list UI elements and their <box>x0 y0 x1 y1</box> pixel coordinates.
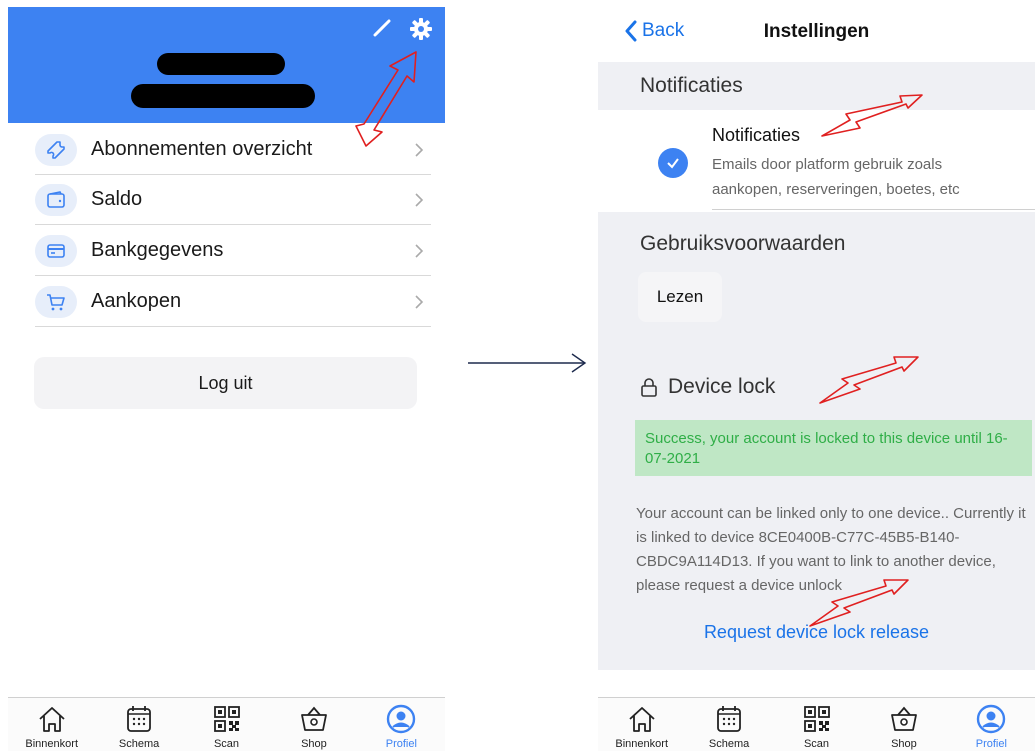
qr-code-icon <box>803 706 830 732</box>
tab-label: Schema <box>708 738 750 750</box>
read-terms-button[interactable]: Lezen <box>638 272 722 322</box>
tab-binnenkort[interactable]: Binnenkort <box>598 698 685 751</box>
calendar-icon <box>717 706 742 732</box>
device-lock-title: Device lock <box>640 375 775 399</box>
tab-schema[interactable]: Schema <box>685 698 772 751</box>
tab-scan[interactable]: Scan <box>773 698 860 751</box>
menu-item-label: Bankgegevens <box>91 239 224 261</box>
credit-card-icon <box>35 234 77 267</box>
tab-shop[interactable]: Shop <box>860 698 947 751</box>
gear-icon[interactable] <box>408 16 434 42</box>
tab-label: Binnenkort <box>615 738 668 750</box>
tab-label: Scan <box>213 738 240 750</box>
home-icon <box>39 707 65 732</box>
profile-icon <box>387 704 416 734</box>
notifications-section-header: Notificaties <box>598 62 1035 110</box>
home-icon <box>629 707 655 732</box>
tab-binnenkort[interactable]: Binnenkort <box>8 698 95 751</box>
edit-icon[interactable] <box>370 14 396 40</box>
tab-label: Schema <box>118 738 160 750</box>
wallet-icon <box>35 183 77 216</box>
profile-screen: Abonnementen overzicht Saldo Bankgegeven… <box>0 0 447 751</box>
section-title: Notificaties <box>640 74 743 97</box>
tab-profiel[interactable]: Profiel <box>358 698 445 751</box>
divider <box>712 209 1035 210</box>
checkmark-icon <box>667 158 679 169</box>
tab-label: Profiel <box>975 738 1007 750</box>
menu-item-label: Saldo <box>91 188 143 210</box>
lock-icon <box>641 378 657 397</box>
basket-icon <box>301 706 327 731</box>
annotation-arrow <box>821 94 923 137</box>
nav-bar: Back Instellingen <box>598 0 1035 62</box>
checkbox-checked[interactable] <box>658 148 688 178</box>
section-title: Gebruiksvoorwaarden <box>640 232 846 255</box>
tab-label: Shop <box>301 738 327 750</box>
tab-label: Shop <box>891 738 917 750</box>
success-message: Success, your account is locked to this … <box>635 420 1032 476</box>
notifications-item[interactable]: Notificaties Emails door platform gebrui… <box>598 110 1035 210</box>
profile-icon <box>977 704 1006 734</box>
section-title: Device lock <box>668 375 776 398</box>
menu-item-bankgegevens[interactable]: Bankgegevens <box>35 226 431 276</box>
tab-bar: Binnenkort Schema Scan Shop Profiel <box>598 697 1035 751</box>
redacted-name <box>157 53 285 75</box>
chevron-right-icon <box>415 294 424 309</box>
notification-title: Notificaties <box>712 125 801 145</box>
tab-scan[interactable]: Scan <box>183 698 270 751</box>
annotation-arrow <box>355 51 417 147</box>
menu-item-aankopen[interactable]: Aankopen <box>35 277 431 327</box>
page-title: Instellingen <box>763 21 870 42</box>
chevron-right-icon <box>415 243 424 258</box>
logout-button[interactable]: Log uit <box>34 357 417 409</box>
tab-shop[interactable]: Shop <box>270 698 357 751</box>
tab-label: Scan <box>803 738 830 750</box>
terms-section: Gebruiksvoorwaarden Lezen <box>598 212 1035 347</box>
tab-label: Binnenkort <box>25 738 78 750</box>
basket-icon <box>891 706 917 731</box>
annotation-arrow <box>819 356 919 404</box>
menu-item-saldo[interactable]: Saldo <box>35 175 431 225</box>
qr-code-icon <box>213 706 240 732</box>
menu-item-label: Aankopen <box>91 290 182 312</box>
tab-profiel[interactable]: Profiel <box>948 698 1035 751</box>
chevron-right-icon <box>415 192 424 207</box>
calendar-icon <box>127 706 152 732</box>
annotation-arrow <box>809 579 909 627</box>
tab-bar: Binnenkort Schema Scan Shop Profiel <box>8 697 445 751</box>
cart-icon <box>35 285 77 318</box>
ticket-icon <box>35 133 77 166</box>
flow-arrow <box>468 353 587 373</box>
settings-screen: Back Instellingen Notificaties Notificat… <box>598 0 1035 751</box>
notification-description: Emails door platform gebruik zoals aanko… <box>712 156 960 198</box>
tab-label: Profiel <box>385 738 417 750</box>
redacted-email <box>131 84 315 108</box>
tab-schema[interactable]: Schema <box>95 698 182 751</box>
